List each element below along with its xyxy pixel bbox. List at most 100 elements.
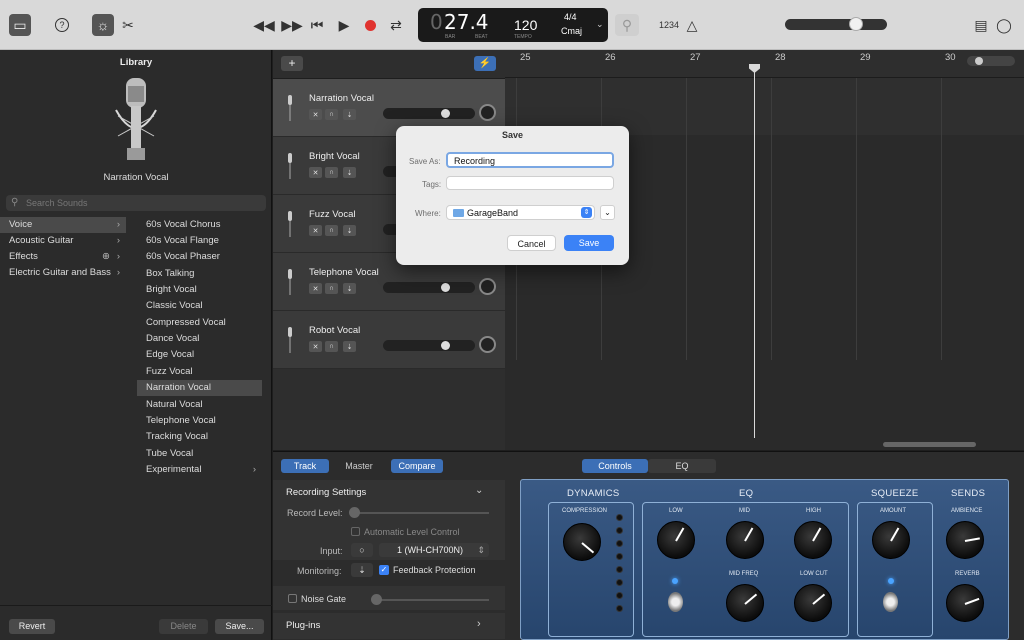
input-select[interactable]: 1 (WH-CH700N) ⇕ (379, 543, 489, 557)
record-enable-icon[interactable]: ⇣ (343, 167, 356, 178)
mute-icon[interactable]: ✕ (309, 283, 322, 294)
cancel-button[interactable]: Cancel (507, 235, 556, 251)
library-icon[interactable]: ▭ (9, 14, 31, 36)
headphones-icon[interactable]: ∩ (325, 167, 338, 178)
library-item[interactable]: 60s Vocal Flange (137, 233, 262, 249)
volume-thumb[interactable] (441, 283, 451, 292)
pan-knob[interactable] (479, 278, 496, 295)
lcd-display[interactable]: 0 27.4 BAR BEAT 120 TEMPO 4/4 Cmaj ⌄ (418, 8, 608, 42)
library-item[interactable]: Box Talking (137, 266, 262, 282)
compare-button[interactable]: Compare (391, 459, 443, 473)
ambience-knob[interactable] (946, 521, 984, 559)
save-as-field[interactable]: Recording (446, 152, 614, 168)
category-effects[interactable]: Effects ⊕ › (0, 249, 126, 265)
low-cut-knob[interactable] (794, 584, 832, 622)
headphones-icon[interactable]: ∩ (325, 225, 338, 236)
tab-master[interactable]: Master (331, 459, 387, 473)
delete-button[interactable]: Delete (159, 619, 208, 634)
tuner-icon[interactable]: ⚲ (615, 14, 639, 36)
ruler[interactable]: 25 26 27 28 29 30 (505, 50, 1024, 78)
zoom-thumb[interactable] (975, 57, 983, 65)
library-item[interactable]: Natural Vocal (137, 397, 262, 413)
pan-knob[interactable] (479, 336, 496, 353)
monitoring-icon[interactable]: ⇣ (351, 563, 373, 577)
feedback-checkbox[interactable]: ✓ (379, 565, 389, 575)
volume-thumb[interactable] (441, 341, 451, 350)
low-knob[interactable] (657, 521, 695, 559)
notepad-icon[interactable]: ▤ (970, 14, 992, 36)
rewind-icon[interactable]: ◀◀ (253, 14, 275, 36)
fast-forward-icon[interactable]: ▶▶ (281, 14, 303, 36)
eq-toggle-switch[interactable] (668, 592, 683, 612)
save-library-button[interactable]: Save... (215, 619, 264, 634)
tab-track[interactable]: Track (281, 459, 329, 473)
record-enable-icon[interactable]: ⇣ (343, 341, 356, 352)
tags-field[interactable] (446, 176, 614, 190)
zoom-slider[interactable] (967, 56, 1015, 66)
library-item[interactable]: Fuzz Vocal (137, 364, 262, 380)
category-electric-guitar[interactable]: Electric Guitar and Bass › (0, 265, 126, 281)
where-popup[interactable]: GarageBand ⇕ (446, 205, 595, 220)
library-item[interactable]: Classic Vocal (137, 298, 262, 314)
horizontal-scrollbar[interactable] (883, 442, 976, 447)
pan-knob[interactable] (479, 104, 496, 121)
noise-gate-slider[interactable] (371, 594, 489, 605)
track-volume-slider[interactable] (383, 108, 475, 119)
loop-browser-icon[interactable]: ◯ (993, 14, 1015, 36)
smart-tempo-button[interactable]: ⚡ (474, 56, 496, 71)
library-item[interactable]: Telephone Vocal (137, 413, 262, 429)
record-level-slider[interactable] (349, 507, 489, 518)
playhead[interactable] (754, 64, 755, 438)
library-item[interactable]: Edge Vocal (137, 347, 262, 363)
headphones-icon[interactable]: ∩ (325, 341, 338, 352)
expand-button[interactable]: ⌄ (600, 205, 615, 220)
mute-icon[interactable]: ✕ (309, 225, 322, 236)
record-enable-icon[interactable]: ⇣ (343, 283, 356, 294)
save-button[interactable]: Save (564, 235, 614, 251)
tab-eq[interactable]: EQ (648, 459, 716, 473)
track-volume-slider[interactable] (383, 340, 475, 351)
mute-icon[interactable]: ✕ (309, 341, 322, 352)
smart-controls-icon[interactable]: ☼ (92, 14, 114, 36)
search-field[interactable]: ⚲ Search Sounds (6, 195, 266, 211)
download-icon[interactable]: ⊕ (102, 249, 110, 265)
library-item[interactable]: Tube Vocal (137, 446, 262, 462)
library-item[interactable]: Tracking Vocal (137, 429, 262, 445)
editors-icon[interactable]: ✂ (117, 14, 139, 36)
headphones-icon[interactable]: ∩ (325, 109, 338, 120)
master-volume-slider[interactable] (785, 17, 887, 31)
cycle-icon[interactable]: ⇄ (385, 14, 407, 36)
category-voice[interactable]: Voice › (0, 217, 126, 233)
chevron-down-icon[interactable]: ⌄ (596, 19, 604, 30)
library-item[interactable]: 60s Vocal Phaser (137, 249, 262, 265)
track-volume-slider[interactable] (383, 282, 475, 293)
compression-knob[interactable] (563, 523, 601, 561)
library-item[interactable]: Compressed Vocal (137, 315, 262, 331)
library-item-experimental[interactable]: Experimental › (137, 462, 262, 478)
go-to-beginning-icon[interactable]: ⏮ (306, 14, 328, 36)
library-item-selected[interactable]: Narration Vocal (137, 380, 262, 396)
record-enable-icon[interactable]: ⇣ (343, 225, 356, 236)
mute-icon[interactable]: ✕ (309, 167, 322, 178)
mid-knob[interactable] (726, 521, 764, 559)
track-row[interactable]: Robot Vocal ✕ ∩ ⇣ (273, 311, 505, 369)
mute-icon[interactable]: ✕ (309, 109, 322, 120)
library-item[interactable]: Dance Vocal (137, 331, 262, 347)
record-enable-icon[interactable]: ⇣ (343, 109, 356, 120)
mid-freq-knob[interactable] (726, 584, 764, 622)
tab-controls[interactable]: Controls (582, 459, 648, 473)
library-item[interactable]: 60s Vocal Chorus (137, 217, 262, 233)
slider-thumb[interactable] (371, 594, 382, 605)
chevron-down-icon[interactable]: ⌄ (475, 485, 483, 496)
play-icon[interactable]: ▶ (333, 14, 355, 36)
metronome-icon[interactable]: △ (681, 14, 703, 36)
recording-settings-header[interactable]: Recording Settings (286, 487, 366, 498)
reverb-knob[interactable] (946, 584, 984, 622)
category-acoustic-guitar[interactable]: Acoustic Guitar › (0, 233, 126, 249)
noise-gate-checkbox[interactable] (288, 594, 297, 603)
volume-thumb[interactable] (849, 17, 863, 31)
revert-button[interactable]: Revert (9, 619, 55, 634)
record-button[interactable] (359, 14, 381, 36)
squeeze-toggle-switch[interactable] (883, 592, 898, 612)
chevron-right-icon[interactable]: › (477, 618, 481, 630)
